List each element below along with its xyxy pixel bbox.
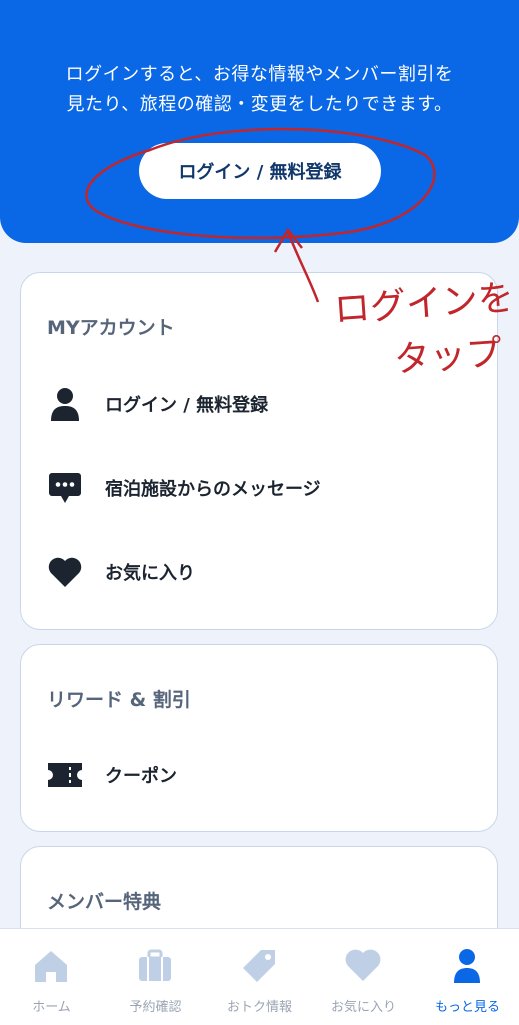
login-prompt-line1: ログインすると、お得な情報やメンバー割引を bbox=[65, 64, 454, 85]
nav-reservations-label: 予約確認 bbox=[129, 1000, 182, 1015]
nav-favorites-label: お気に入り bbox=[330, 1000, 396, 1015]
menu-item-coupon[interactable]: クーポン bbox=[21, 745, 497, 805]
menu-item-login-label: ログイン / 無料登録 bbox=[105, 395, 269, 416]
menu-item-favorites[interactable]: お気に入り bbox=[21, 542, 497, 602]
login-prompt-line2: 見たり、旅程の確認・変更をしたりできます。 bbox=[66, 94, 453, 115]
message-icon bbox=[47, 470, 83, 506]
menu-item-coupon-label: クーポン bbox=[105, 766, 177, 787]
my-account-card: MYアカウント ログイン / 無料登録 宿泊施設からのメッセージ お気に入り bbox=[20, 272, 498, 630]
home-icon bbox=[35, 951, 67, 982]
rewards-card: リワード & 割引 クーポン bbox=[20, 644, 498, 832]
rewards-title: リワード & 割引 bbox=[47, 689, 191, 711]
menu-item-favorites-label: お気に入り bbox=[105, 563, 195, 584]
nav-more[interactable]: もっと見る bbox=[416, 929, 519, 1025]
menu-item-messages[interactable]: 宿泊施設からのメッセージ bbox=[21, 458, 497, 518]
heart-icon bbox=[47, 554, 83, 590]
nav-home[interactable]: ホーム bbox=[0, 929, 103, 1025]
nav-favorites[interactable]: お気に入り bbox=[312, 929, 415, 1025]
person-icon bbox=[47, 386, 83, 422]
login-banner: ログインすると、お得な情報やメンバー割引を 見たり、旅程の確認・変更をしたりでき… bbox=[0, 0, 519, 243]
nav-deals-label: おトク情報 bbox=[226, 1000, 292, 1015]
member-benefits-title: メンバー特典 bbox=[47, 891, 162, 913]
nav-home-label: ホーム bbox=[32, 1000, 71, 1015]
login-prompt-text: ログインすると、お得な情報やメンバー割引を 見たり、旅程の確認・変更をしたりでき… bbox=[0, 60, 519, 120]
menu-item-login[interactable]: ログイン / 無料登録 bbox=[21, 374, 497, 434]
nav-reservations[interactable]: 予約確認 bbox=[104, 929, 207, 1025]
my-account-title: MYアカウント bbox=[47, 317, 175, 339]
heart-icon bbox=[345, 949, 381, 981]
nav-more-label: もっと見る bbox=[434, 1000, 500, 1015]
bottom-nav: ホーム 予約確認 おトク情報 お気に入り もっと見る bbox=[0, 928, 519, 1025]
tag-icon bbox=[243, 950, 275, 982]
person-icon bbox=[454, 949, 480, 983]
suitcase-icon bbox=[139, 949, 171, 981]
menu-item-messages-label: 宿泊施設からのメッセージ bbox=[105, 479, 321, 500]
nav-deals[interactable]: おトク情報 bbox=[208, 929, 311, 1025]
ticket-icon bbox=[47, 757, 83, 793]
login-register-button[interactable]: ログイン / 無料登録 bbox=[139, 143, 381, 199]
